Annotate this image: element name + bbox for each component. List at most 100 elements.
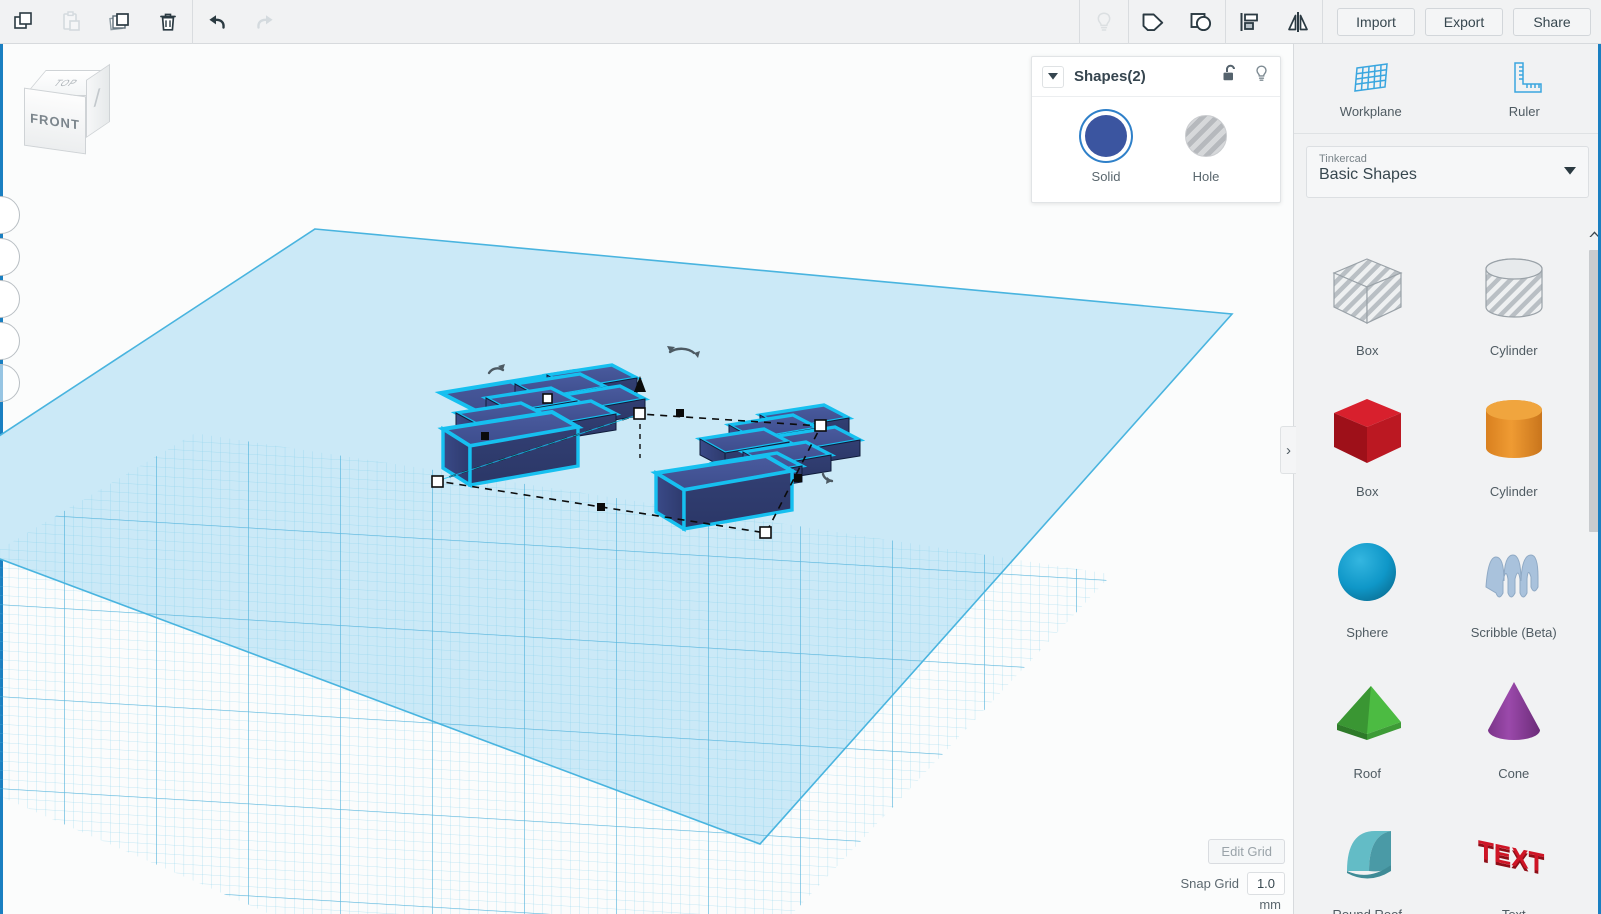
hole-label: Hole [1181, 169, 1231, 184]
snap-grid-value[interactable]: 1.0 [1247, 872, 1285, 895]
ruler-tool[interactable]: Ruler [1448, 44, 1601, 133]
shape-box-red[interactable]: Box [1294, 377, 1441, 512]
align-tool-group [1226, 0, 1322, 44]
solid-swatch[interactable]: Solid [1081, 111, 1131, 184]
paste-icon [60, 10, 84, 34]
snap-grid-unit: mm [1247, 897, 1285, 912]
shapes-inspector-panel: Shapes(2) [1031, 56, 1281, 203]
view-cube-front-face[interactable]: FRONT [24, 88, 86, 155]
text-3d-icon: TEXT TEXT [1468, 813, 1560, 899]
light-tool-group [1080, 0, 1128, 44]
selection-bounding-box [437, 414, 821, 533]
shapes-collapse-button[interactable] [1042, 66, 1064, 88]
light-button[interactable] [1080, 0, 1128, 44]
shape-label: Cone [1498, 766, 1529, 781]
shape-label: Text [1502, 907, 1526, 914]
shapes-panel-header: Shapes(2) [1032, 57, 1280, 97]
zoom-in-button[interactable] [0, 280, 20, 318]
share-button[interactable]: Share [1513, 8, 1591, 36]
rotation-handles[interactable] [489, 346, 832, 484]
shape-sphere[interactable]: Sphere [1294, 518, 1441, 653]
redo-button[interactable] [241, 0, 289, 44]
solid-swatch-ring [1081, 111, 1131, 161]
chevron-up-icon [1589, 231, 1600, 238]
copy-button[interactable] [0, 0, 48, 44]
lightbulb-icon [1253, 64, 1270, 84]
hole-swatch[interactable]: Hole [1181, 111, 1231, 184]
grid-controls: Edit Grid Snap Grid 1.0 mm [1180, 839, 1285, 912]
selected-object-right[interactable] [656, 405, 860, 529]
shape-round-roof[interactable]: Round Roof [1294, 800, 1441, 914]
shape-roof[interactable]: Roof [1294, 659, 1441, 794]
undo-arrow-icon [203, 10, 231, 34]
workplane [0, 229, 1293, 914]
cylinder-hole-icon [1468, 249, 1560, 335]
workplane-tool-label: Workplane [1340, 104, 1402, 119]
shape-label: Round Roof [1333, 907, 1402, 914]
delete-button[interactable] [144, 0, 192, 44]
undo-button[interactable] [193, 0, 241, 44]
sphere-icon [1321, 531, 1413, 617]
shape-cone[interactable]: Cone [1441, 659, 1588, 794]
import-button[interactable]: Import [1337, 8, 1415, 36]
orthographic-toggle-button[interactable] [0, 364, 20, 402]
scrollbar-thumb[interactable] [1589, 250, 1599, 532]
shape-text[interactable]: TEXT TEXT Text [1441, 800, 1588, 914]
selected-object-left[interactable] [441, 365, 645, 485]
height-handle[interactable] [634, 376, 646, 458]
align-button[interactable] [1226, 0, 1274, 44]
round-roof-icon [1321, 813, 1413, 899]
library-value: Basic Shapes [1319, 166, 1576, 184]
shape-box-hole[interactable]: Box [1294, 236, 1441, 371]
snap-grid-label: Snap Grid [1180, 872, 1239, 891]
library-kicker: Tinkercad [1319, 153, 1576, 165]
snap-grid-row: Snap Grid 1.0 mm [1180, 872, 1285, 912]
fit-view-button[interactable] [0, 238, 20, 276]
shape-scribble[interactable]: Scribble (Beta) [1441, 518, 1588, 653]
group-shapes-icon [1139, 9, 1167, 35]
solid-label: Solid [1081, 169, 1131, 184]
top-toolbar: Import Export Share [0, 0, 1601, 44]
shapes-lock-button[interactable] [1222, 64, 1239, 89]
mirror-button[interactable] [1274, 0, 1322, 44]
hole-swatch-ring [1181, 111, 1231, 161]
shape-library-select[interactable]: Tinkercad Basic Shapes [1306, 146, 1589, 198]
shapes-light-button[interactable] [1253, 64, 1270, 89]
hole-pattern-circle [1185, 115, 1227, 157]
canvas-left-edge [0, 44, 3, 914]
history-tool-group [193, 0, 289, 44]
chevron-down-icon [1564, 167, 1576, 175]
scribble-icon [1468, 531, 1560, 617]
ungroup-button[interactable] [1177, 0, 1225, 44]
group-button[interactable] [1129, 0, 1177, 44]
chevron-right-icon: › [1286, 442, 1291, 459]
view-cube[interactable]: TOP FRONT [12, 64, 122, 164]
workplane-tool[interactable]: Workplane [1294, 44, 1448, 133]
edit-grid-button[interactable]: Edit Grid [1208, 839, 1285, 864]
unlock-icon [1222, 64, 1239, 84]
edit-tool-group [0, 0, 192, 44]
trash-icon [156, 10, 180, 34]
home-view-button[interactable] [0, 196, 20, 234]
zoom-out-button[interactable] [0, 322, 20, 360]
duplicate-button[interactable] [96, 0, 144, 44]
scroll-up-button[interactable] [1587, 226, 1601, 242]
top-action-buttons: Import Export Share [1323, 8, 1601, 36]
paste-button[interactable] [48, 0, 96, 44]
lightbulb-icon [1091, 9, 1117, 35]
cone-icon [1468, 672, 1560, 758]
resize-handles[interactable] [432, 394, 826, 538]
panel-tool-row: Workplane Ruler [1294, 44, 1601, 134]
shape-label: Cylinder [1490, 484, 1538, 499]
export-button[interactable]: Export [1425, 8, 1503, 36]
shapes-panel-title: Shapes(2) [1074, 68, 1146, 85]
redo-arrow-icon [251, 10, 279, 34]
group-tool-group [1129, 0, 1225, 44]
shape-label: Box [1356, 484, 1378, 499]
cylinder-orange-icon [1468, 390, 1560, 476]
duplicate-icon [108, 10, 132, 34]
shape-cylinder-orange[interactable]: Cylinder [1441, 377, 1588, 512]
panel-scrollbar[interactable] [1587, 226, 1601, 914]
shape-cylinder-hole[interactable]: Cylinder [1441, 236, 1588, 371]
box-red-icon [1321, 390, 1413, 476]
